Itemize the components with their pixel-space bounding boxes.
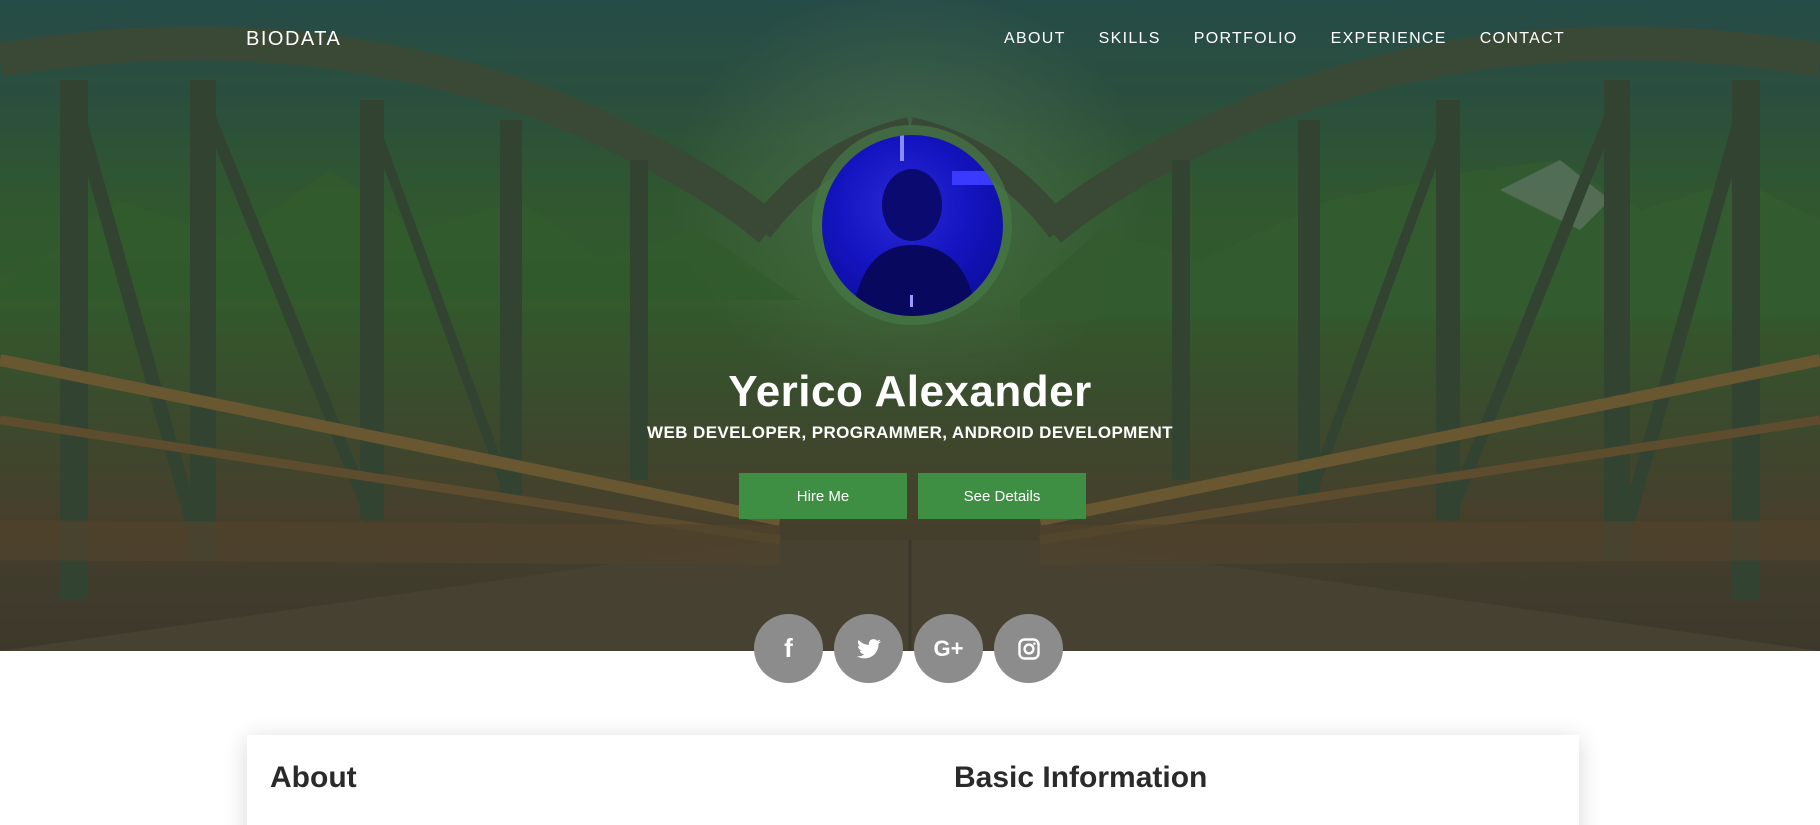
twitter-icon: [856, 638, 881, 658]
hero-overlay: [0, 0, 1820, 651]
nav-link-portfolio[interactable]: PORTFOLIO: [1194, 30, 1298, 48]
hire-me-button[interactable]: Hire Me: [739, 473, 907, 519]
hero-subtitle: WEB DEVELOPER, PROGRAMMER, ANDROID DEVEL…: [647, 423, 1173, 442]
social-links: f G+: [754, 614, 1074, 683]
brand-logo[interactable]: BIODATA: [246, 28, 341, 51]
nav-link-experience[interactable]: EXPERIENCE: [1331, 30, 1447, 48]
hero-name: Yerico Alexander: [728, 367, 1092, 416]
nav-link-about[interactable]: ABOUT: [1004, 30, 1066, 48]
facebook-icon: f: [784, 633, 793, 663]
google-plus-button[interactable]: G+: [914, 614, 983, 683]
nav-link-skills[interactable]: SKILLS: [1099, 30, 1161, 48]
avatar-photo: [851, 134, 1003, 316]
basic-information-heading: Basic Information: [954, 761, 1208, 794]
see-details-button[interactable]: See Details: [918, 473, 1086, 519]
twitter-button[interactable]: [834, 614, 903, 683]
avatar: [821, 134, 1003, 316]
top-navbar: BIODATA ABOUT SKILLS PORTFOLIO EXPERIENC…: [0, 0, 1820, 80]
facebook-button[interactable]: f: [754, 614, 823, 683]
hero-section: [0, 0, 1820, 651]
nav-link-contact[interactable]: CONTACT: [1480, 30, 1565, 48]
about-card: About Basic Information: [247, 735, 1579, 825]
avatar-ring: [812, 125, 1012, 325]
instagram-button[interactable]: [994, 614, 1063, 683]
instagram-icon: [1017, 637, 1040, 660]
about-heading: About: [270, 761, 357, 794]
google-plus-icon: G+: [933, 635, 964, 661]
nav-links: ABOUT SKILLS PORTFOLIO EXPERIENCE CONTAC…: [971, 30, 1565, 48]
